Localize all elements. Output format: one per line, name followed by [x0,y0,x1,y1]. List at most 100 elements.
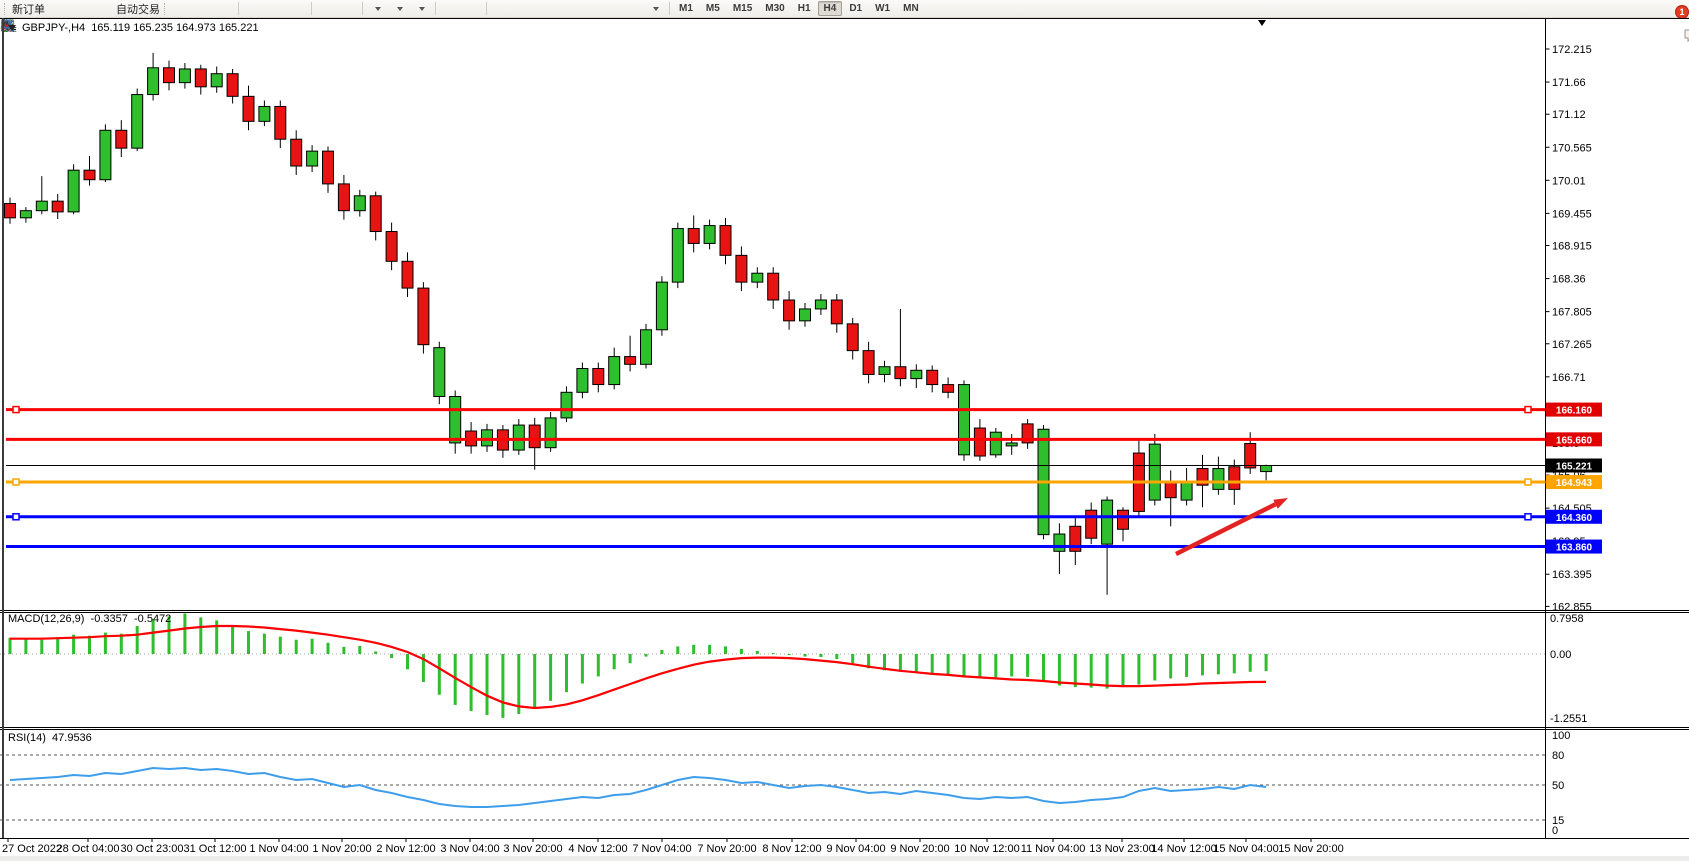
candle [307,145,318,172]
candle [450,391,461,454]
text-tool-button[interactable]: A [600,1,622,17]
price-line-label: 164.360 [1546,510,1602,524]
candle [116,120,127,157]
indicator-window-button[interactable] [315,1,337,17]
vertical-line-tool-button[interactable] [490,1,512,17]
price-line-166-160[interactable] [6,407,1546,413]
candle [5,198,16,224]
candle-body [911,370,922,378]
tab-timeframe-h4[interactable]: H4 [818,1,843,16]
price-line-label-text: 164.943 [1556,478,1593,489]
tab-timeframe-m15[interactable]: M15 [727,1,758,16]
time-tick-label: 11 Nov 04:00 [1021,843,1086,855]
line-handle[interactable] [1525,514,1531,520]
line-chart-type-button[interactable] [213,1,235,17]
macd-main-value: -0.3357 [91,613,128,625]
signals-button[interactable] [91,1,113,17]
tab-timeframe-m30[interactable]: M30 [759,1,790,16]
candle [100,124,111,182]
tab-timeframe-m1[interactable]: M1 [673,1,699,16]
macd-histogram-bar [327,643,330,654]
time-tick-label: 31 Oct 12:00 [184,843,247,855]
candle [625,336,636,372]
macd-histogram-bar [88,636,91,654]
candle-body [354,196,365,211]
crosshair-tool-button[interactable] [461,1,483,17]
zoom-in-button[interactable] [242,1,264,17]
candle-body [529,425,540,448]
candle-body [1006,443,1017,446]
macd-signal-line [10,626,1266,708]
zoom-out-button[interactable] [264,1,286,17]
macd-name: MACD(12,26,9) [8,613,84,625]
toolbar-separator [362,2,363,15]
candle [609,348,620,390]
rsi-scale-label: 80 [1552,750,1564,762]
macd-histogram-bar [1042,654,1045,682]
tab-timeframe-mn[interactable]: MN [897,1,925,16]
macd-histogram-bar [1233,654,1236,673]
line-handle[interactable] [13,407,19,413]
candle-body [990,432,1001,455]
auto-trading-button[interactable]: 自动交易 [113,1,162,17]
templates-dropdown[interactable] [410,1,432,17]
tab-timeframe-d1[interactable]: D1 [843,1,868,16]
candle-body [211,74,222,87]
line-handle[interactable] [13,514,19,520]
fibonacci-tool-button[interactable]: F [578,1,600,17]
market-watch-button[interactable] [47,1,69,17]
bottom-strip [0,856,1689,861]
tab-timeframe-w1[interactable]: W1 [869,1,896,16]
indicator-window-add-button[interactable] [337,1,359,17]
candle [815,294,826,315]
price-tick-label: 167.265 [1552,339,1592,351]
price-line-164-360[interactable] [6,514,1546,520]
candle-body [434,348,445,397]
chart-header: GBPJPY-,H4 165.119 165.235 164.973 165.2… [8,22,259,34]
indicators-dropdown[interactable] [366,1,388,17]
channel-tool-button[interactable]: E [556,1,578,17]
macd-histogram-bar [1201,654,1204,675]
candle [1086,502,1097,544]
notification-badge: 1 [1675,5,1689,19]
price-line-label: 164.943 [1546,475,1602,489]
candle [656,276,667,336]
trendline-tool-button[interactable] [534,1,556,17]
horizontal-line-tool-button[interactable] [512,1,534,17]
line-handle[interactable] [1525,407,1531,413]
candle-body [943,385,954,393]
candlestick-type-button[interactable] [191,1,213,17]
tab-timeframe-h1[interactable]: H1 [792,1,817,16]
one-click-trading-toggle[interactable] [8,25,16,31]
candle [959,380,970,460]
new-order-button[interactable]: 新订单 [9,1,47,17]
tile-windows-button[interactable] [286,1,308,17]
candle-body [704,226,715,244]
toolbar-separator [435,2,436,15]
tab-timeframe-m5[interactable]: M5 [700,1,726,16]
candle [243,86,254,131]
text-label-tool-button[interactable]: T [622,1,644,17]
candle-body [974,428,985,456]
candle-body [227,74,238,97]
macd-histogram-bar [740,649,743,654]
line-handle[interactable] [13,479,19,485]
candle [132,89,143,152]
candle-body [291,139,302,166]
bar-chart-type-button[interactable] [169,1,191,17]
candle-body [752,273,763,282]
macd-layer [9,613,1268,717]
candle-body [593,368,604,384]
line-handle[interactable] [1525,479,1531,485]
arrows-dropdown[interactable] [644,1,666,17]
profile-button[interactable] [69,1,91,17]
macd-histogram-bar [374,651,377,654]
macd-histogram-bar [851,654,854,663]
price-line-164-943[interactable] [6,479,1546,485]
candle-body [370,196,381,232]
macd-histogram-bar [1010,654,1013,676]
cursor-tool-button[interactable] [439,1,461,17]
periods-dropdown[interactable] [388,1,410,17]
candle [1022,419,1033,449]
candle-body [402,261,413,288]
